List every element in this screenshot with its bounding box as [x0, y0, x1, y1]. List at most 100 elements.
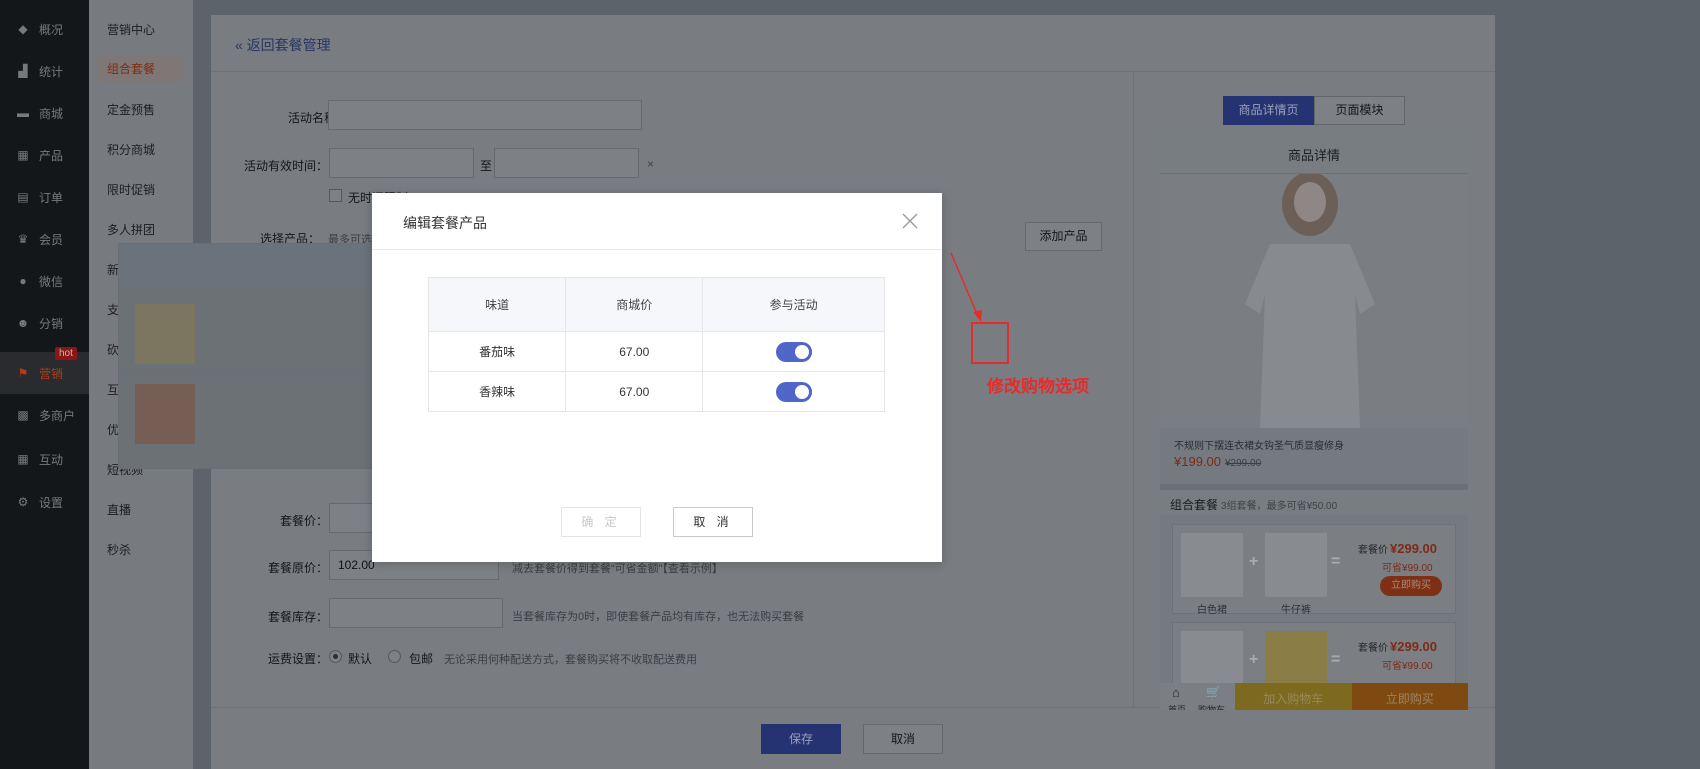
double-chevron-left-icon: «: [235, 37, 243, 53]
add-to-cart-button[interactable]: 加入购物车: [1235, 683, 1352, 710]
product-image: [1160, 172, 1468, 428]
combo-title: 组合套餐: [1170, 498, 1219, 512]
participate-toggle[interactable]: [775, 341, 812, 362]
tab-product-detail[interactable]: 商品详情页: [1223, 96, 1314, 125]
stock-input[interactable]: [329, 598, 503, 628]
ship-default-label: 默认: [348, 652, 373, 666]
end-date-input[interactable]: [494, 148, 639, 178]
price-cell: 67.00: [565, 331, 704, 372]
hot-badge: hot: [55, 347, 77, 360]
subnav-item[interactable]: 积分商城: [97, 137, 183, 163]
combo-price: 套餐价 ¥299.00: [1358, 639, 1437, 654]
combo-save: 可省¥99.00: [1382, 563, 1433, 574]
combo-item-label: 牛仔裤: [1281, 605, 1311, 616]
combo-price: 套餐价 ¥299.00: [1358, 541, 1437, 556]
date-separator: 至: [479, 159, 492, 173]
start-date-input[interactable]: [329, 148, 474, 178]
nav-members[interactable]: ♛ 会员: [0, 218, 89, 260]
back-link-label: 返回套餐管理: [246, 37, 331, 53]
buy-now-button[interactable]: 立即购买: [1351, 683, 1468, 710]
price-value: ¥199.00: [1174, 454, 1221, 469]
phone-preview: 商品详情 不规则下摆连衣裙女钩圣气质显瘦修身 ¥199.00 ¥299.00 组合…: [1160, 138, 1468, 710]
clear-date-icon[interactable]: ×: [646, 157, 654, 171]
nav-label: 营销: [39, 366, 64, 381]
confirm-button[interactable]: 确 定: [561, 507, 641, 537]
annotation-highlight-box: [971, 322, 1009, 364]
stock-hint: 当套餐库存为0时，即使套餐产品均有库存，也无法购买套餐: [512, 611, 805, 623]
old-price: ¥299.00: [1225, 458, 1262, 469]
nav-marketing[interactable]: hot ⚑ 营销: [0, 347, 89, 394]
preview-price: ¥199.00 ¥299.00: [1174, 454, 1261, 469]
annotation-note: 修改购物选项: [987, 377, 1089, 396]
option-table-header: 味道 商城价 参与活动: [427, 277, 885, 332]
subnav-item-active[interactable]: 组合套餐: [97, 56, 183, 82]
nav-interaction[interactable]: ▦ 互动: [0, 438, 89, 480]
nav-label: 订单: [39, 190, 64, 205]
flag-icon: ⚑: [17, 366, 29, 380]
nav-mall[interactable]: ▬ 商城: [0, 92, 89, 134]
modal-cancel-button[interactable]: 取 消: [673, 507, 753, 537]
home-icon: ⌂: [1172, 685, 1180, 700]
subnav-item[interactable]: 秒杀: [97, 537, 183, 563]
save-button[interactable]: 保存: [761, 724, 841, 754]
back-link[interactable]: « 返回套餐管理: [235, 35, 331, 55]
preview-bottom-bar: ⌂ 首页 🛒 购物车 加入购物车 立即购买: [1160, 683, 1468, 710]
equals-icon: =: [1331, 553, 1341, 570]
ship-default-radio[interactable]: [329, 650, 342, 663]
nav-products[interactable]: ▦ 产品: [0, 134, 89, 176]
equals-icon: =: [1331, 651, 1341, 668]
subnav-item[interactable]: 直播: [97, 497, 183, 523]
store-icon: ▬: [17, 106, 29, 120]
combo-price-label: 套餐价：: [279, 514, 328, 528]
nav-label: 多商户: [39, 408, 76, 423]
nav-overview[interactable]: ◆ 概况: [0, 8, 89, 50]
nav-stats[interactable]: ▟ 统计: [0, 50, 89, 92]
users-icon: ☻: [16, 316, 30, 330]
home-label: 首页: [1168, 705, 1187, 710]
nav-settings[interactable]: ⚙ 设置: [0, 481, 89, 523]
dress-illustration: [1245, 172, 1375, 428]
ship-free-radio[interactable]: [388, 650, 401, 663]
stock-label: 套餐库存：: [267, 610, 328, 624]
nav-distribution[interactable]: ☻ 分销: [0, 302, 89, 344]
nav-wechat[interactable]: ● 微信: [0, 260, 89, 302]
orig-price-hint: 减去套餐价得到套餐“可省金额”【查看示例】: [512, 563, 723, 575]
combo-buy-button[interactable]: 立即购买: [1380, 576, 1442, 596]
nav-label: 产品: [39, 148, 64, 163]
option-table: 味道 商城价 参与活动 番茄味 67.00 香辣味 67.00: [427, 277, 885, 412]
combo-price-text: 套餐价: [1358, 643, 1388, 654]
clipboard-icon: ▤: [17, 190, 29, 204]
plus-icon: +: [1249, 651, 1259, 668]
nav-label: 会员: [39, 232, 64, 247]
apps-icon: ▦: [17, 452, 29, 466]
combo-item-label: 白色裙: [1197, 605, 1227, 616]
activity-time-label: 活动有效时间：: [243, 159, 328, 173]
nav-orders[interactable]: ▤ 订单: [0, 176, 89, 218]
tab-page-module[interactable]: 页面模块: [1314, 96, 1405, 125]
shops-icon: ▩: [17, 408, 29, 422]
table-row: 番茄味 67.00: [427, 331, 885, 372]
add-product-button[interactable]: 添加产品: [1025, 222, 1102, 251]
grid-icon: ▦: [17, 148, 29, 162]
participate-cell: [702, 371, 885, 412]
subnav-item[interactable]: 限时促销: [97, 177, 183, 203]
nav-merchants[interactable]: ▩ 多商户: [0, 394, 89, 436]
close-icon[interactable]: [900, 211, 920, 231]
nav-label: 概况: [39, 22, 64, 37]
product-thumbnail: [135, 304, 195, 364]
subnav-item[interactable]: 定金预售: [97, 97, 183, 123]
no-time-checkbox[interactable]: [329, 189, 342, 202]
chat-icon: ●: [19, 274, 27, 288]
nav-label: 互动: [39, 452, 64, 467]
arrow-shaft: [950, 252, 979, 317]
combo-subtitle: 3组套餐，最多可省¥50.00: [1221, 501, 1338, 512]
edit-combo-product-modal: 编辑套餐产品 味道 商城价 参与活动 番茄味 67.00 香辣味 67.00 确…: [372, 193, 942, 562]
participate-toggle[interactable]: [775, 381, 812, 402]
annotation-arrow: [950, 252, 982, 322]
subnav-item[interactable]: 营销中心: [97, 17, 183, 43]
combo-item-thumb: [1181, 533, 1243, 597]
activity-name-input[interactable]: [328, 100, 642, 130]
cancel-button[interactable]: 取消: [863, 724, 943, 754]
subnav-item[interactable]: 多人拼团: [97, 217, 183, 243]
app-root: ◆ 概况 ▟ 统计 ▬ 商城 ▦ 产品 ▤ 订单 ♛ 会员 ● 微信 ☻ 分销 hot ⚑ 营销 ▩…: [0, 0, 1700, 769]
